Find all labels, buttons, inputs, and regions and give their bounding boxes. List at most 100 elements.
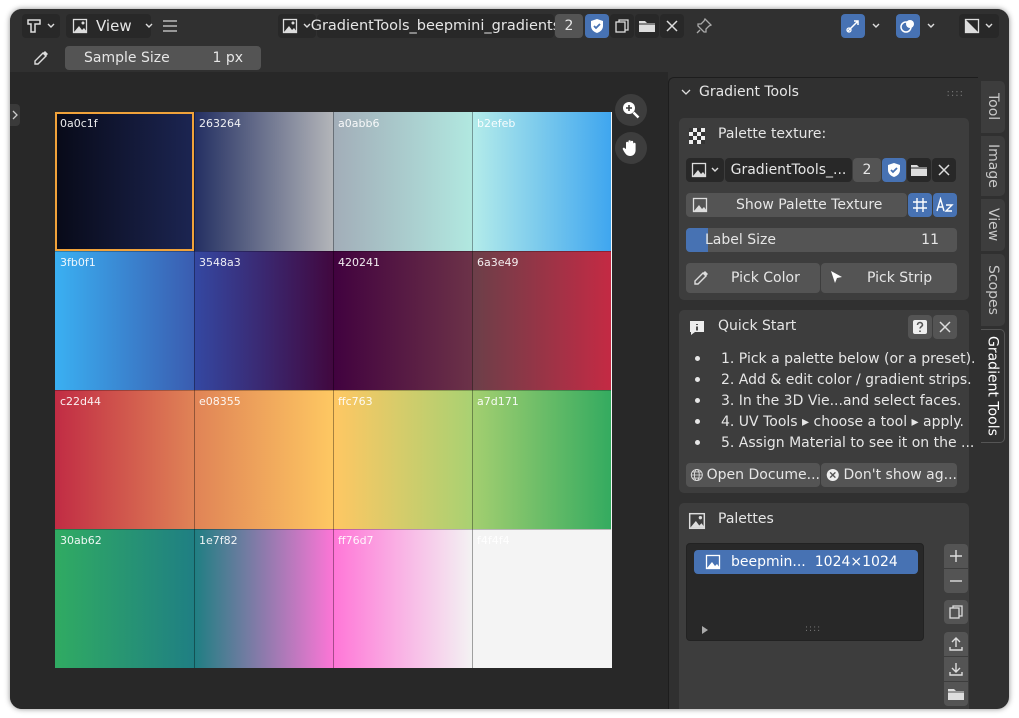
help-button[interactable] <box>908 315 932 339</box>
zoom-button[interactable] <box>615 94 647 126</box>
list-item: 4. UV Tools ▸ choose a tool ▸ apply. <box>693 411 976 432</box>
palette-swatch[interactable]: 3548a3 <box>194 251 333 390</box>
palette-swatch[interactable]: a0abb6 <box>333 112 472 251</box>
palette-swatch[interactable]: 0a0c1f <box>55 112 194 251</box>
show-palette-texture-button[interactable]: Show Palette Texture <box>686 193 907 217</box>
quick-start-list: 1. Pick a palette below (or a preset). 2… <box>693 348 976 453</box>
hand-icon <box>621 138 641 158</box>
hamburger-menu-button[interactable] <box>158 14 182 38</box>
export-palette-button[interactable] <box>944 632 968 656</box>
display-channels-icon <box>964 18 980 34</box>
display-channels-button[interactable] <box>959 14 999 38</box>
texture-name-field[interactable]: GradientTools_... <box>725 158 852 182</box>
sample-size-field[interactable]: Sample Size 1 px <box>65 46 261 70</box>
palette-swatch[interactable]: 30ab62 <box>55 529 194 668</box>
sort-az-button[interactable] <box>933 193 957 217</box>
tab-scopes[interactable]: Scopes <box>981 254 1005 326</box>
quick-start-close-button[interactable] <box>933 315 957 339</box>
palette-swatch[interactable]: ffc763 <box>333 390 472 529</box>
sample-tool-button[interactable] <box>28 46 54 70</box>
grid-toggle-button[interactable] <box>908 193 932 217</box>
swatch-hex-label: ffc763 <box>338 395 373 408</box>
open-image-button[interactable] <box>635 14 659 38</box>
texture-browse-button[interactable] <box>686 158 724 182</box>
drag-handle-icon[interactable]: :::: <box>947 88 964 99</box>
chevron-down-icon <box>926 21 936 31</box>
close-icon <box>939 321 951 333</box>
list-resize-handle[interactable]: :::: <box>805 624 821 634</box>
pin-button[interactable] <box>692 14 716 38</box>
remove-palette-button[interactable] <box>944 569 968 593</box>
swatch-hex-label: c22d44 <box>60 395 102 408</box>
add-palette-button[interactable] <box>944 544 968 568</box>
import-palette-button[interactable] <box>944 657 968 681</box>
pick-strip-button[interactable]: Pick Strip <box>821 263 957 293</box>
image-name-field[interactable]: GradientTools_beepmini_gradients <box>311 14 560 38</box>
eyedropper-icon <box>694 271 708 285</box>
image-icon <box>72 18 88 34</box>
header-bar: View GradientTools_beepmini_gradients 2 <box>10 9 1009 43</box>
gizmo-toggle-button[interactable] <box>841 14 865 38</box>
overlay-dropdown-button[interactable] <box>921 14 941 38</box>
palette-swatch[interactable]: c22d44 <box>55 390 194 529</box>
label-size-label: Label Size <box>705 232 776 248</box>
tab-gradient-tools[interactable]: Gradient Tools <box>981 329 1005 443</box>
palette-swatch[interactable]: e08355 <box>194 390 333 529</box>
palettes-panel: Palettes beepmin... 1024×1024 :::: <box>679 503 969 709</box>
palette-swatch[interactable]: 263264 <box>194 112 333 251</box>
open-docs-button[interactable]: Open Docume... <box>686 463 820 487</box>
palette-swatch[interactable]: 1e7f82 <box>194 529 333 668</box>
palette-swatch[interactable]: a7d171 <box>472 390 611 529</box>
tab-view[interactable]: View <box>981 199 1005 251</box>
gizmo-icon <box>845 18 861 34</box>
texture-unlink-button[interactable] <box>932 158 956 182</box>
texture-users-count[interactable]: 2 <box>853 158 881 182</box>
swatch-hex-label: 420241 <box>338 256 380 269</box>
palettes-list[interactable]: beepmin... 1024×1024 :::: <box>686 543 924 641</box>
swatch-hex-label: f4f4f4 <box>477 534 510 547</box>
open-docs-label: Open Docume... <box>706 467 820 483</box>
palette-swatch[interactable]: 3fb0f1 <box>55 251 194 390</box>
chevron-down-icon <box>871 21 881 31</box>
chevron-down-icon <box>46 21 56 31</box>
tab-tool[interactable]: Tool <box>981 81 1005 133</box>
gizmo-dropdown-button[interactable] <box>866 14 886 38</box>
palette-swatch[interactable]: 6a3e49 <box>472 251 611 390</box>
palette-texture-image[interactable]: 0a0c1f 263264 a0abb6 b2efeb 3fb0f1 3548a3 4202… <box>55 112 612 668</box>
palette-swatch[interactable]: b2efeb <box>472 112 611 251</box>
texture-fake-user-button[interactable] <box>882 158 906 182</box>
pick-color-button[interactable]: Pick Color <box>686 263 820 293</box>
palette-swatch[interactable]: f4f4f4 <box>472 529 611 668</box>
image-users-count[interactable]: 2 <box>555 14 583 38</box>
unlink-image-button[interactable] <box>660 14 684 38</box>
pick-strip-label: Pick Strip <box>867 270 933 286</box>
image-viewport[interactable]: 0a0c1f 263264 a0abb6 b2efeb 3fb0f1 3548a3 4202… <box>10 72 668 709</box>
sort-az-icon <box>936 197 954 212</box>
copy-palette-button[interactable] <box>944 600 968 624</box>
label-size-slider[interactable]: Label Size 11 <box>686 228 957 252</box>
panel-title: Gradient Tools <box>699 84 799 100</box>
view-menu-button[interactable]: View <box>66 14 153 38</box>
editor-type-button[interactable] <box>22 14 60 38</box>
open-palette-folder-button[interactable] <box>944 682 968 706</box>
palette-swatch[interactable]: ff76d7 <box>333 529 472 668</box>
texture-open-button[interactable] <box>907 158 931 182</box>
fake-user-button[interactable] <box>585 14 609 38</box>
pin-icon <box>696 18 712 34</box>
show-palette-texture-label: Show Palette Texture <box>736 197 883 213</box>
tab-label: Tool <box>985 93 1001 121</box>
toolbar-toggle[interactable] <box>10 104 20 126</box>
dont-show-button[interactable]: Don't show ag... <box>821 463 957 487</box>
eyedropper-icon <box>32 49 50 67</box>
globe-icon <box>690 469 703 481</box>
duplicate-image-button[interactable] <box>610 14 634 38</box>
expand-arrow-icon[interactable] <box>701 626 709 634</box>
pan-button[interactable] <box>615 132 647 164</box>
image-icon <box>691 162 706 178</box>
overlay-toggle-button[interactable] <box>896 14 920 38</box>
gradient-tools-header[interactable]: Gradient Tools :::: <box>669 78 978 106</box>
tab-image[interactable]: Image <box>981 136 1005 196</box>
palette-swatch[interactable]: 420241 <box>333 251 472 390</box>
hamburger-icon <box>162 19 178 33</box>
list-item[interactable]: beepmin... 1024×1024 <box>694 550 918 574</box>
